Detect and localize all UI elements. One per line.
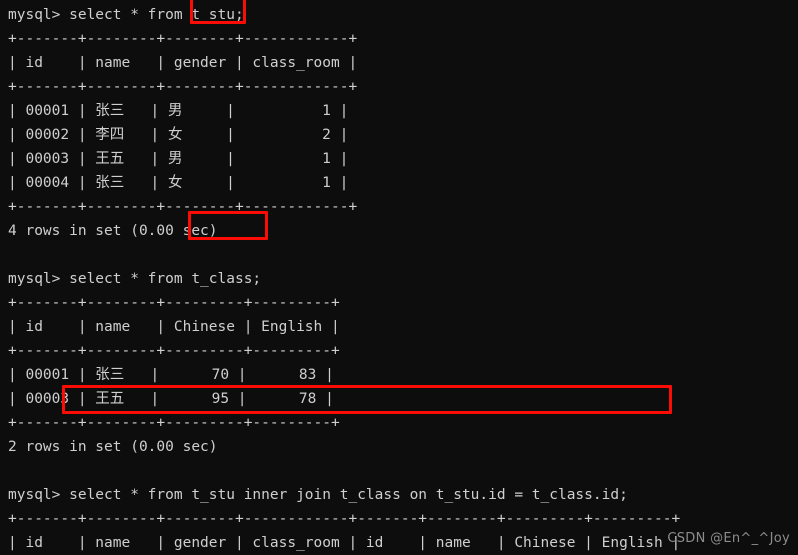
mysql-terminal-window[interactable]: mysql> select * from t_stu; +-------+----… — [0, 0, 798, 555]
terminal-line: | 00003 | 王五 | 95 | 78 | — [8, 391, 334, 407]
terminal-line: 4 rows in set (0.00 sec) — [8, 223, 218, 239]
terminal-line: | 00001 | 张三 | 男 | 1 | — [8, 103, 349, 119]
terminal-line: | 00001 | 张三 | 70 | 83 | — [8, 367, 334, 383]
terminal-line: +-------+--------+--------+------------+ — [8, 199, 358, 215]
terminal-output[interactable]: mysql> select * from t_stu; +-------+----… — [8, 3, 680, 555]
terminal-line: | id | name | gender | class_room | id |… — [8, 535, 681, 551]
terminal-line: 2 rows in set (0.00 sec) — [8, 439, 218, 455]
terminal-line: +-------+--------+---------+---------+ — [8, 295, 340, 311]
csdn-watermark: CSDN @En^_^Joy — [667, 531, 790, 546]
terminal-line: +-------+--------+--------+------------+ — [8, 31, 358, 47]
terminal-line: +-------+--------+--------+------------+ — [8, 79, 358, 95]
terminal-line: | 00002 | 李四 | 女 | 2 | — [8, 127, 349, 143]
terminal-line: | id | name | gender | class_room | — [8, 55, 358, 71]
terminal-line: +-------+--------+---------+---------+ — [8, 343, 340, 359]
terminal-line: mysql> select * from t_stu inner join t_… — [8, 487, 628, 503]
terminal-line: mysql> select * from t_class; — [8, 271, 262, 287]
terminal-line: | 00003 | 王五 | 男 | 1 | — [8, 151, 349, 167]
terminal-line: +-------+--------+--------+------------+… — [8, 511, 681, 527]
terminal-line: mysql> select * from t_stu; — [8, 7, 244, 23]
terminal-line: +-------+--------+---------+---------+ — [8, 415, 340, 431]
terminal-line: | id | name | Chinese | English | — [8, 319, 340, 335]
terminal-line: | 00004 | 张三 | 女 | 1 | — [8, 175, 349, 191]
